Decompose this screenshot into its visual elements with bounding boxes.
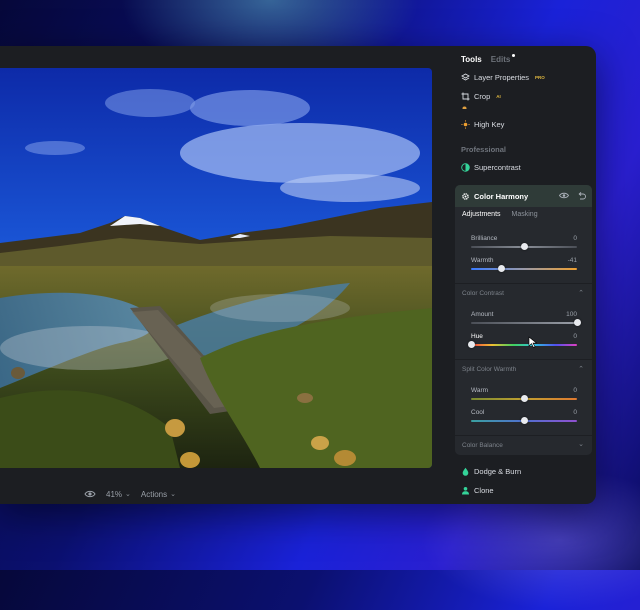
tool-dodge-burn[interactable]: Dodge & Burn	[461, 467, 521, 476]
tool-label: Clone	[474, 486, 494, 495]
slider-knob[interactable]	[498, 265, 506, 272]
person-icon	[462, 487, 469, 495]
slider-label: Warmth	[471, 257, 494, 264]
card-title-text: Color Harmony	[474, 192, 529, 201]
slider-value: -41	[567, 257, 577, 264]
card-subtabs: Adjustments Masking	[462, 211, 538, 218]
chevron-down-icon[interactable]: ⌄	[578, 440, 584, 448]
layers-icon	[461, 73, 470, 81]
card-title: Color Harmony	[461, 192, 528, 201]
slider-knob[interactable]	[467, 341, 475, 348]
slider-label: Warm	[471, 387, 489, 394]
panel-tabs: Tools Edits	[461, 54, 516, 64]
notification-dot	[512, 54, 516, 57]
subtab-masking[interactable]: Masking	[512, 211, 538, 218]
color-harmony-card: Color Harmony Adjustments Masking Brilli…	[455, 185, 592, 455]
divider	[455, 435, 592, 436]
section-color-contrast[interactable]: Color Contrast	[462, 290, 504, 297]
sun-icon	[462, 106, 467, 109]
slider-label: Cool	[471, 409, 485, 416]
tab-tools[interactable]: Tools	[461, 55, 482, 64]
zoom-dropdown[interactable]: 41% ⌄	[106, 490, 131, 499]
canvas-bottom-bar: 41% ⌄ Actions ⌄	[84, 487, 176, 501]
tool-high-key[interactable]: High Key	[461, 120, 504, 129]
landscape-photo	[0, 68, 432, 468]
slider-value: 0	[573, 235, 577, 242]
card-header[interactable]: Color Harmony	[455, 185, 592, 207]
actions-dropdown[interactable]: Actions ⌄	[141, 490, 176, 499]
gear-icon	[462, 193, 469, 200]
slider-knob[interactable]	[573, 319, 581, 326]
slider-track	[471, 322, 577, 324]
slider-track	[471, 344, 577, 346]
slider-knob[interactable]	[520, 417, 528, 424]
tool-clone[interactable]: Clone	[461, 486, 494, 495]
zoom-value: 41%	[106, 489, 123, 499]
tab-edits[interactable]: Edits	[490, 54, 516, 64]
tool-label: Dodge & Burn	[474, 467, 522, 476]
divider	[455, 359, 592, 360]
app-window: 41% ⌄ Actions ⌄ Tools Edits Layer Proper…	[0, 46, 596, 504]
undo-icon[interactable]	[577, 191, 586, 200]
divider	[455, 283, 592, 284]
chevron-down-icon: ⌄	[170, 491, 176, 498]
section-split-color-warmth[interactable]: Split Color Warmth	[462, 366, 516, 373]
section-color-balance[interactable]: Color Balance	[462, 442, 503, 449]
slider-value: 0	[573, 333, 577, 340]
contrast-icon	[461, 163, 470, 172]
slider-knob[interactable]	[520, 243, 528, 250]
tool-label: Crop	[474, 92, 491, 101]
sun-icon	[461, 120, 470, 129]
slider-label: Brilliance	[471, 235, 498, 242]
photo-canvas[interactable]	[0, 68, 432, 468]
tool-label: High Key	[474, 120, 505, 129]
mouse-cursor-icon	[528, 336, 538, 348]
tools-panel: Tools Edits Layer Properties PRO Crop AI	[450, 46, 596, 504]
subtab-adjustments[interactable]: Adjustments	[462, 211, 501, 218]
card-header-actions	[559, 191, 586, 200]
ai-badge: AI	[496, 94, 501, 99]
eye-icon[interactable]	[559, 191, 569, 200]
tool-supercontrast[interactable]: Supercontrast	[461, 163, 521, 172]
crop-icon	[461, 92, 470, 101]
scrolled-item-fragment	[461, 105, 468, 109]
chevron-up-icon[interactable]: ⌃	[578, 289, 584, 297]
chevron-up-icon[interactable]: ⌃	[578, 365, 584, 373]
tab-edits-label: Edits	[490, 55, 511, 64]
eye-icon[interactable]	[84, 488, 96, 500]
chevron-down-icon: ⌄	[125, 491, 131, 498]
slider-value: 0	[573, 387, 577, 394]
slider-knob[interactable]	[520, 395, 528, 402]
slider-value: 0	[573, 409, 577, 416]
tool-label: Layer Properties	[474, 73, 530, 82]
tool-layer-properties[interactable]: Layer Properties PRO	[461, 73, 545, 82]
tool-crop[interactable]: Crop AI	[461, 92, 501, 101]
drop-icon	[462, 467, 469, 476]
pro-badge: PRO	[535, 75, 545, 80]
slider-track	[471, 268, 577, 270]
section-professional: Professional	[461, 145, 507, 154]
tool-label: Supercontrast	[474, 163, 521, 172]
slider-label: Hue	[471, 333, 483, 340]
actions-label: Actions	[140, 489, 168, 499]
slider-label: Amount	[471, 311, 494, 318]
slider-value: 100	[566, 311, 577, 318]
